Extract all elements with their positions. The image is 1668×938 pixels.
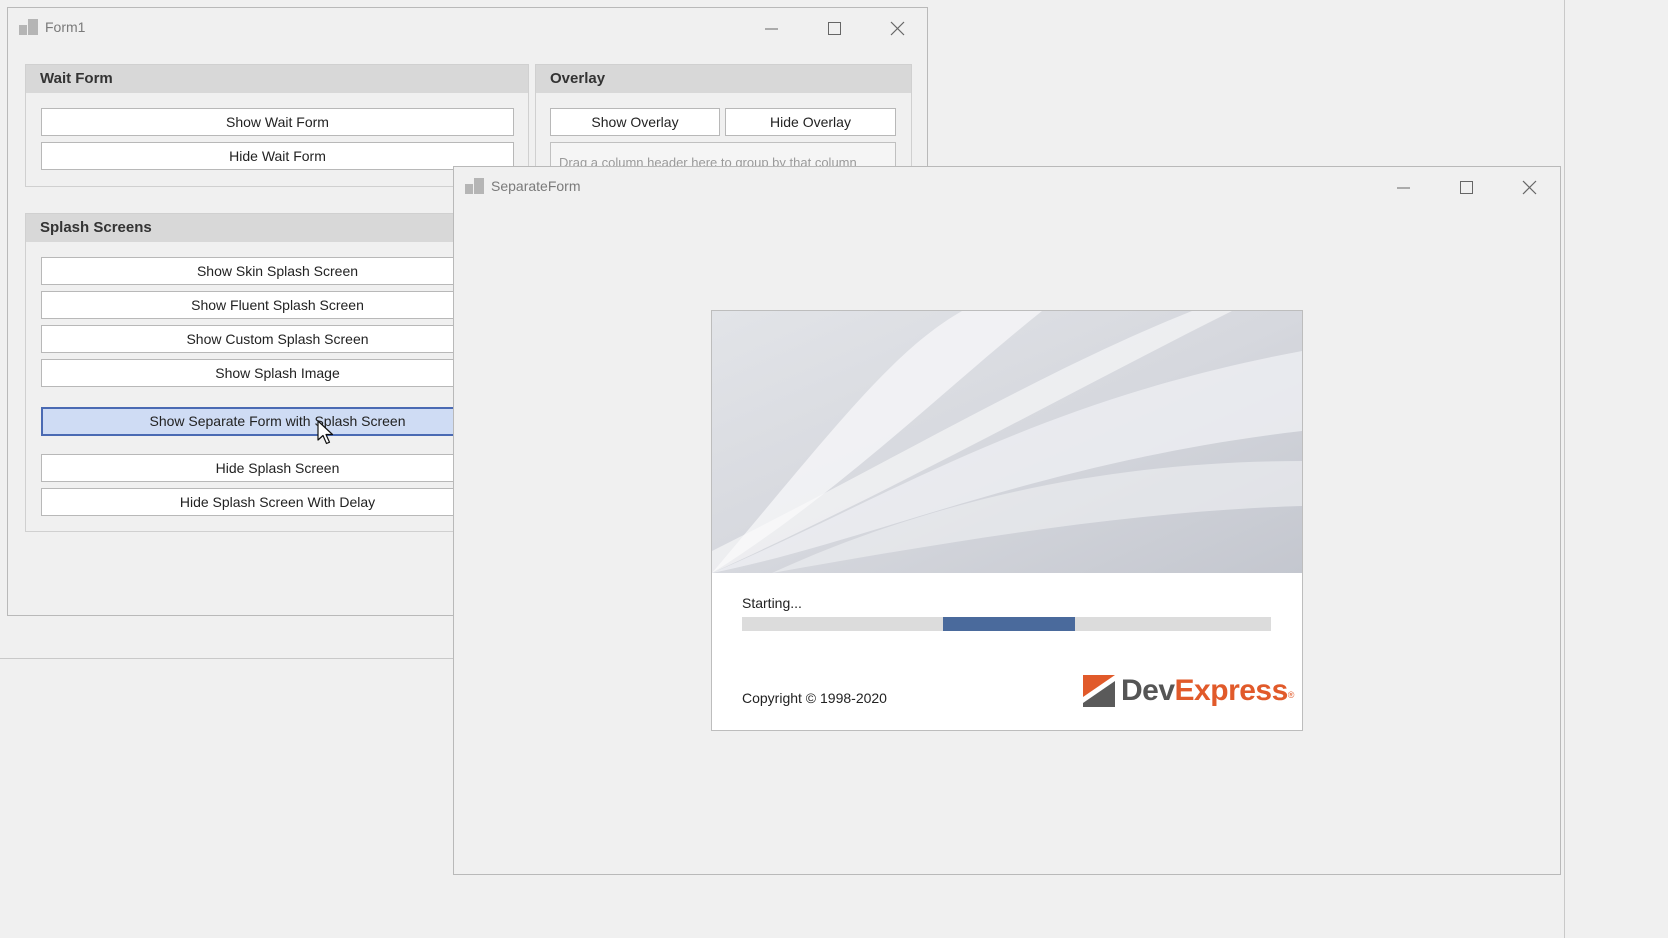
close-icon[interactable] [885, 16, 909, 40]
app-icon [465, 178, 485, 198]
show-fluent-splash-screen-button[interactable]: Show Fluent Splash Screen [41, 291, 514, 319]
separate-form-window: SeparateForm Starting... Copyright © 199… [453, 166, 1561, 875]
app-icon [19, 19, 39, 39]
hide-wait-form-button[interactable]: Hide Wait Form [41, 142, 514, 170]
devexpress-logo: DevExpress® [1083, 673, 1294, 709]
wait-form-header: Wait Form [26, 65, 528, 93]
show-splash-image-button[interactable]: Show Splash Image [41, 359, 514, 387]
maximize-icon[interactable] [822, 16, 846, 40]
splash-background-image [712, 311, 1302, 573]
progress-bar-fill [943, 617, 1076, 631]
show-wait-form-button[interactable]: Show Wait Form [41, 108, 514, 136]
maximize-icon[interactable] [1454, 175, 1478, 199]
close-icon[interactable] [1517, 175, 1541, 199]
devexpress-logo-text: DevExpress® [1121, 674, 1294, 707]
devexpress-logo-mark-icon [1083, 675, 1115, 707]
minimize-icon[interactable] [1391, 175, 1415, 199]
background-line-right [1564, 0, 1565, 938]
splash-screen: Starting... Copyright © 1998-2020 DevExp… [711, 310, 1303, 731]
marquee-progress-bar [742, 617, 1271, 631]
form1-title: Form1 [45, 19, 86, 35]
hide-splash-screen-button[interactable]: Hide Splash Screen [41, 454, 514, 482]
mouse-pointer-icon [317, 420, 335, 446]
background-line-top [0, 658, 454, 659]
show-overlay-button[interactable]: Show Overlay [550, 108, 720, 136]
separate-form-titlebar[interactable]: SeparateForm [454, 167, 1560, 207]
show-custom-splash-screen-button[interactable]: Show Custom Splash Screen [41, 325, 514, 353]
copyright-text: Copyright © 1998-2020 [742, 690, 887, 706]
form1-titlebar[interactable]: Form1 [8, 8, 927, 48]
show-skin-splash-screen-button[interactable]: Show Skin Splash Screen [41, 257, 514, 285]
show-separate-form-button[interactable]: Show Separate Form with Splash Screen [41, 407, 514, 436]
overlay-header: Overlay [536, 65, 911, 93]
hide-splash-screen-with-delay-button[interactable]: Hide Splash Screen With Delay [41, 488, 514, 516]
separate-form-title: SeparateForm [491, 178, 581, 194]
hide-overlay-button[interactable]: Hide Overlay [725, 108, 896, 136]
minimize-icon[interactable] [759, 16, 783, 40]
splash-status-text: Starting... [742, 595, 802, 611]
